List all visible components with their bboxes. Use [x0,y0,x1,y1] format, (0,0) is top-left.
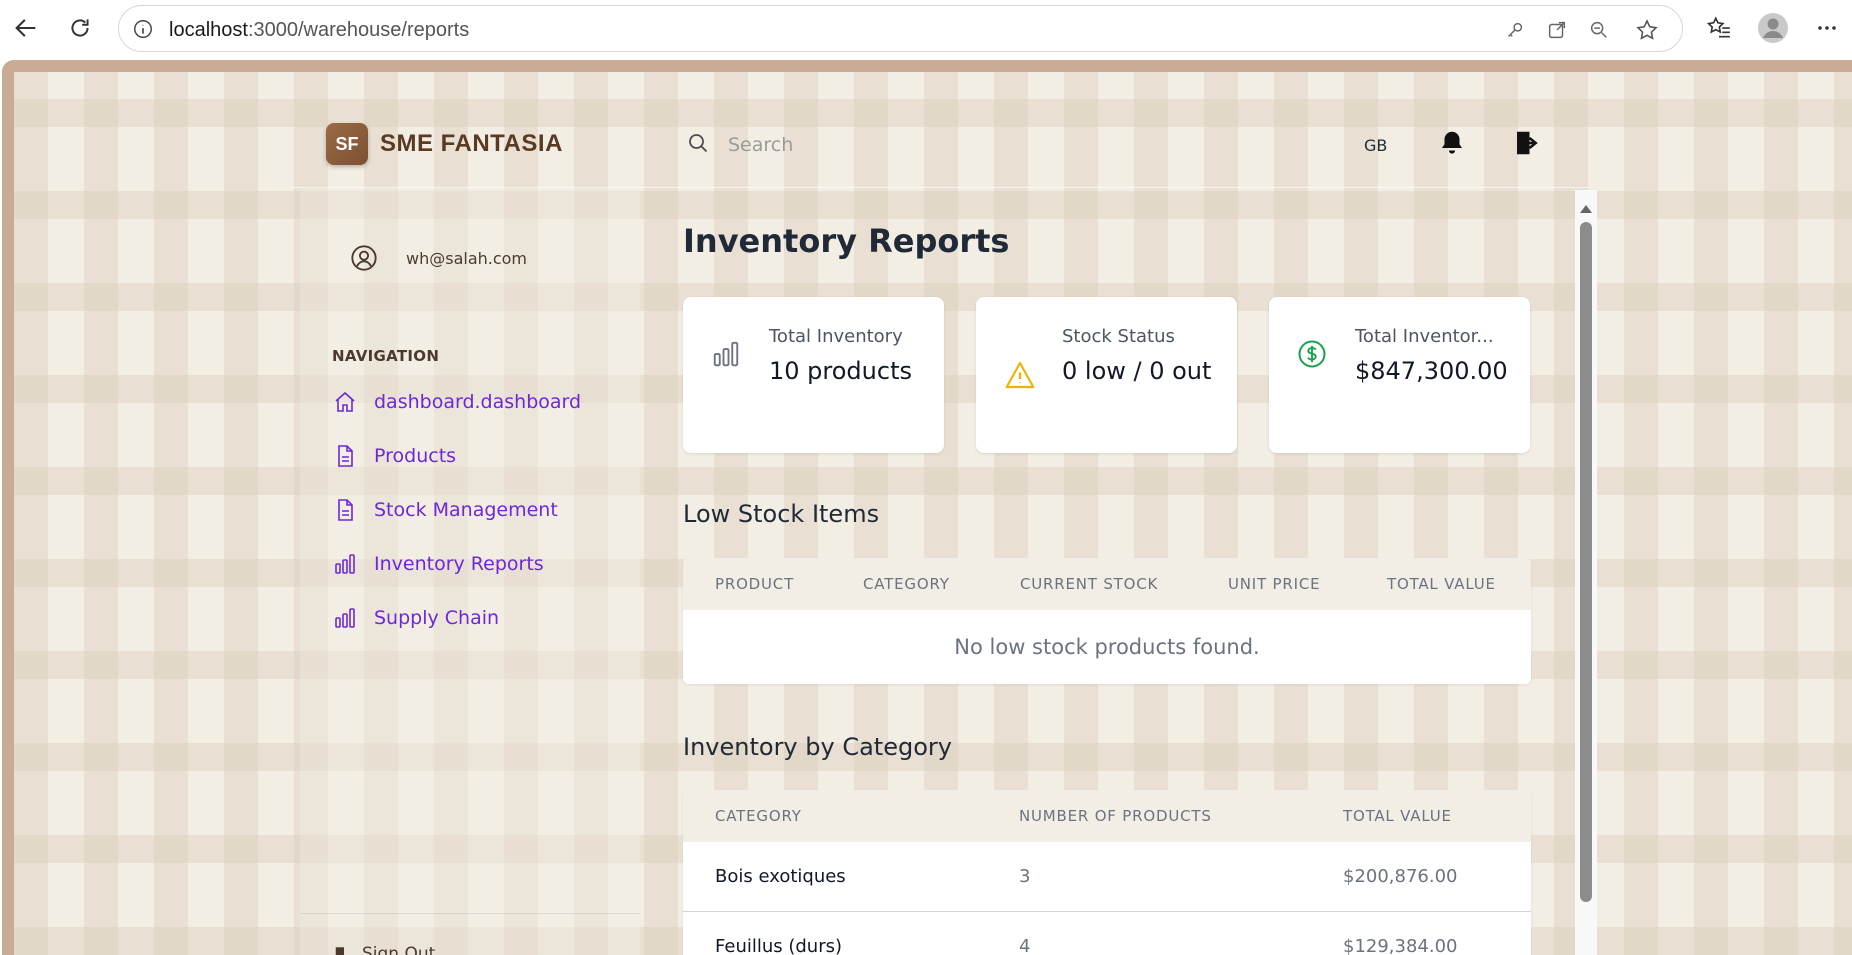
low-stock-title: Low Stock Items [683,500,880,528]
notification-bell-icon[interactable] [1437,128,1467,160]
stat-card-total-inventory-value: Total Inventor... $847,300.00 [1269,297,1530,453]
user-email: wh@salah.com [406,248,528,268]
sidebar-item-label: Stock Management [374,499,558,521]
logout-icon[interactable] [1512,128,1542,160]
search-icon [686,131,712,157]
count-cell: 3 [1019,866,1031,887]
bar-chart-icon [332,605,358,631]
sidebar-item-dashboard[interactable]: dashboard.dashboard [332,386,581,418]
browser-chrome: localhost:3000/warehouse/reports [0,0,1852,60]
value-cell: $200,876.00 [1343,866,1458,887]
sidebar-footer-divider [300,913,640,914]
stat-card-stock-status: Stock Status 0 low / 0 out [976,297,1237,453]
address-bar[interactable]: localhost:3000/warehouse/reports [118,5,1683,52]
stat-card-total-inventory: Total Inventory 10 products [683,297,944,453]
user-info: wh@salah.com [350,244,527,272]
logo[interactable]: SF [326,123,368,165]
column-header: CATEGORY [863,575,950,593]
page-title: Inventory Reports [683,222,1010,260]
column-header: TOTAL VALUE [1343,807,1452,825]
language-selector[interactable]: GB [1364,136,1387,155]
document-icon [332,443,358,469]
user-circle-icon [351,245,377,271]
signout-label: Sign Out [362,944,436,955]
zoom-icon[interactable] [1586,17,1612,43]
search-input[interactable] [728,128,1248,162]
stat-value: 10 products [769,357,912,385]
empty-state-message: No low stock products found. [954,635,1260,659]
bar-chart-icon [711,339,741,369]
sidebar-item-stock-management[interactable]: Stock Management [332,494,558,526]
stat-label: Total Inventor... [1355,326,1494,347]
category-section-title: Inventory by Category [683,733,952,761]
signout-icon [335,947,344,955]
sidebar-item-inventory-reports[interactable]: Inventory Reports [332,548,544,580]
stat-label: Total Inventory [769,326,903,347]
scroll-up-arrow-icon[interactable] [1578,200,1594,214]
key-icon[interactable] [1502,17,1528,43]
stat-value: $847,300.00 [1355,357,1508,385]
more-options-icon[interactable] [1811,12,1843,44]
category-cell: Feuillus (durs) [715,936,843,955]
sidebar-item-label: Supply Chain [374,607,500,629]
column-header: CURRENT STOCK [1020,575,1159,593]
sidebar-item-label: Inventory Reports [374,553,544,575]
column-header: PRODUCT [715,575,795,593]
site-info-icon[interactable] [131,17,155,41]
favorite-star-icon[interactable] [1634,17,1660,43]
favorites-list-icon[interactable] [1703,12,1735,44]
sidebar-item-supply-chain[interactable]: Supply Chain [332,602,499,634]
low-stock-table: PRODUCT CATEGORY CURRENT STOCK UNIT PRIC… [683,558,1531,684]
profile-avatar-icon[interactable] [1757,12,1789,44]
logo-initials: SF [335,133,359,154]
signout-button[interactable]: Sign Out [332,944,435,955]
category-table: CATEGORY NUMBER OF PRODUCTS TOTAL VALUE … [683,790,1531,955]
bar-chart-icon [332,551,358,577]
reload-icon[interactable] [62,10,98,46]
count-cell: 4 [1019,936,1031,955]
table-row: Bois exotiques 3 $200,876.00 [683,842,1531,912]
stat-label: Stock Status [1062,326,1175,347]
document-icon [332,497,358,523]
stat-value: 0 low / 0 out [1062,357,1212,385]
brand-name: SME FANTASIA [380,130,563,157]
dollar-icon [1297,339,1327,369]
category-cell: Bois exotiques [715,866,846,887]
scrollbar-thumb[interactable] [1580,222,1592,902]
url-text: localhost:3000/warehouse/reports [169,19,470,41]
value-cell: $129,384.00 [1343,936,1458,955]
sidebar-item-label: dashboard.dashboard [374,391,582,413]
column-header: TOTAL VALUE [1387,575,1496,593]
open-external-icon[interactable] [1544,17,1570,43]
warning-icon [1004,359,1035,389]
column-header: NUMBER OF PRODUCTS [1019,807,1212,825]
column-header: UNIT PRICE [1228,575,1321,593]
table-header: PRODUCT CATEGORY CURRENT STOCK UNIT PRIC… [683,558,1531,610]
sidebar-item-label: Products [374,445,457,467]
home-icon [332,389,358,415]
column-header: CATEGORY [715,807,802,825]
nav-section-title: NAVIGATION [332,347,440,365]
table-row: Feuillus (durs) 4 $129,384.00 [683,912,1531,955]
sidebar-item-products[interactable]: Products [332,440,456,472]
table-header: CATEGORY NUMBER OF PRODUCTS TOTAL VALUE [683,790,1531,842]
back-icon[interactable] [8,10,44,46]
